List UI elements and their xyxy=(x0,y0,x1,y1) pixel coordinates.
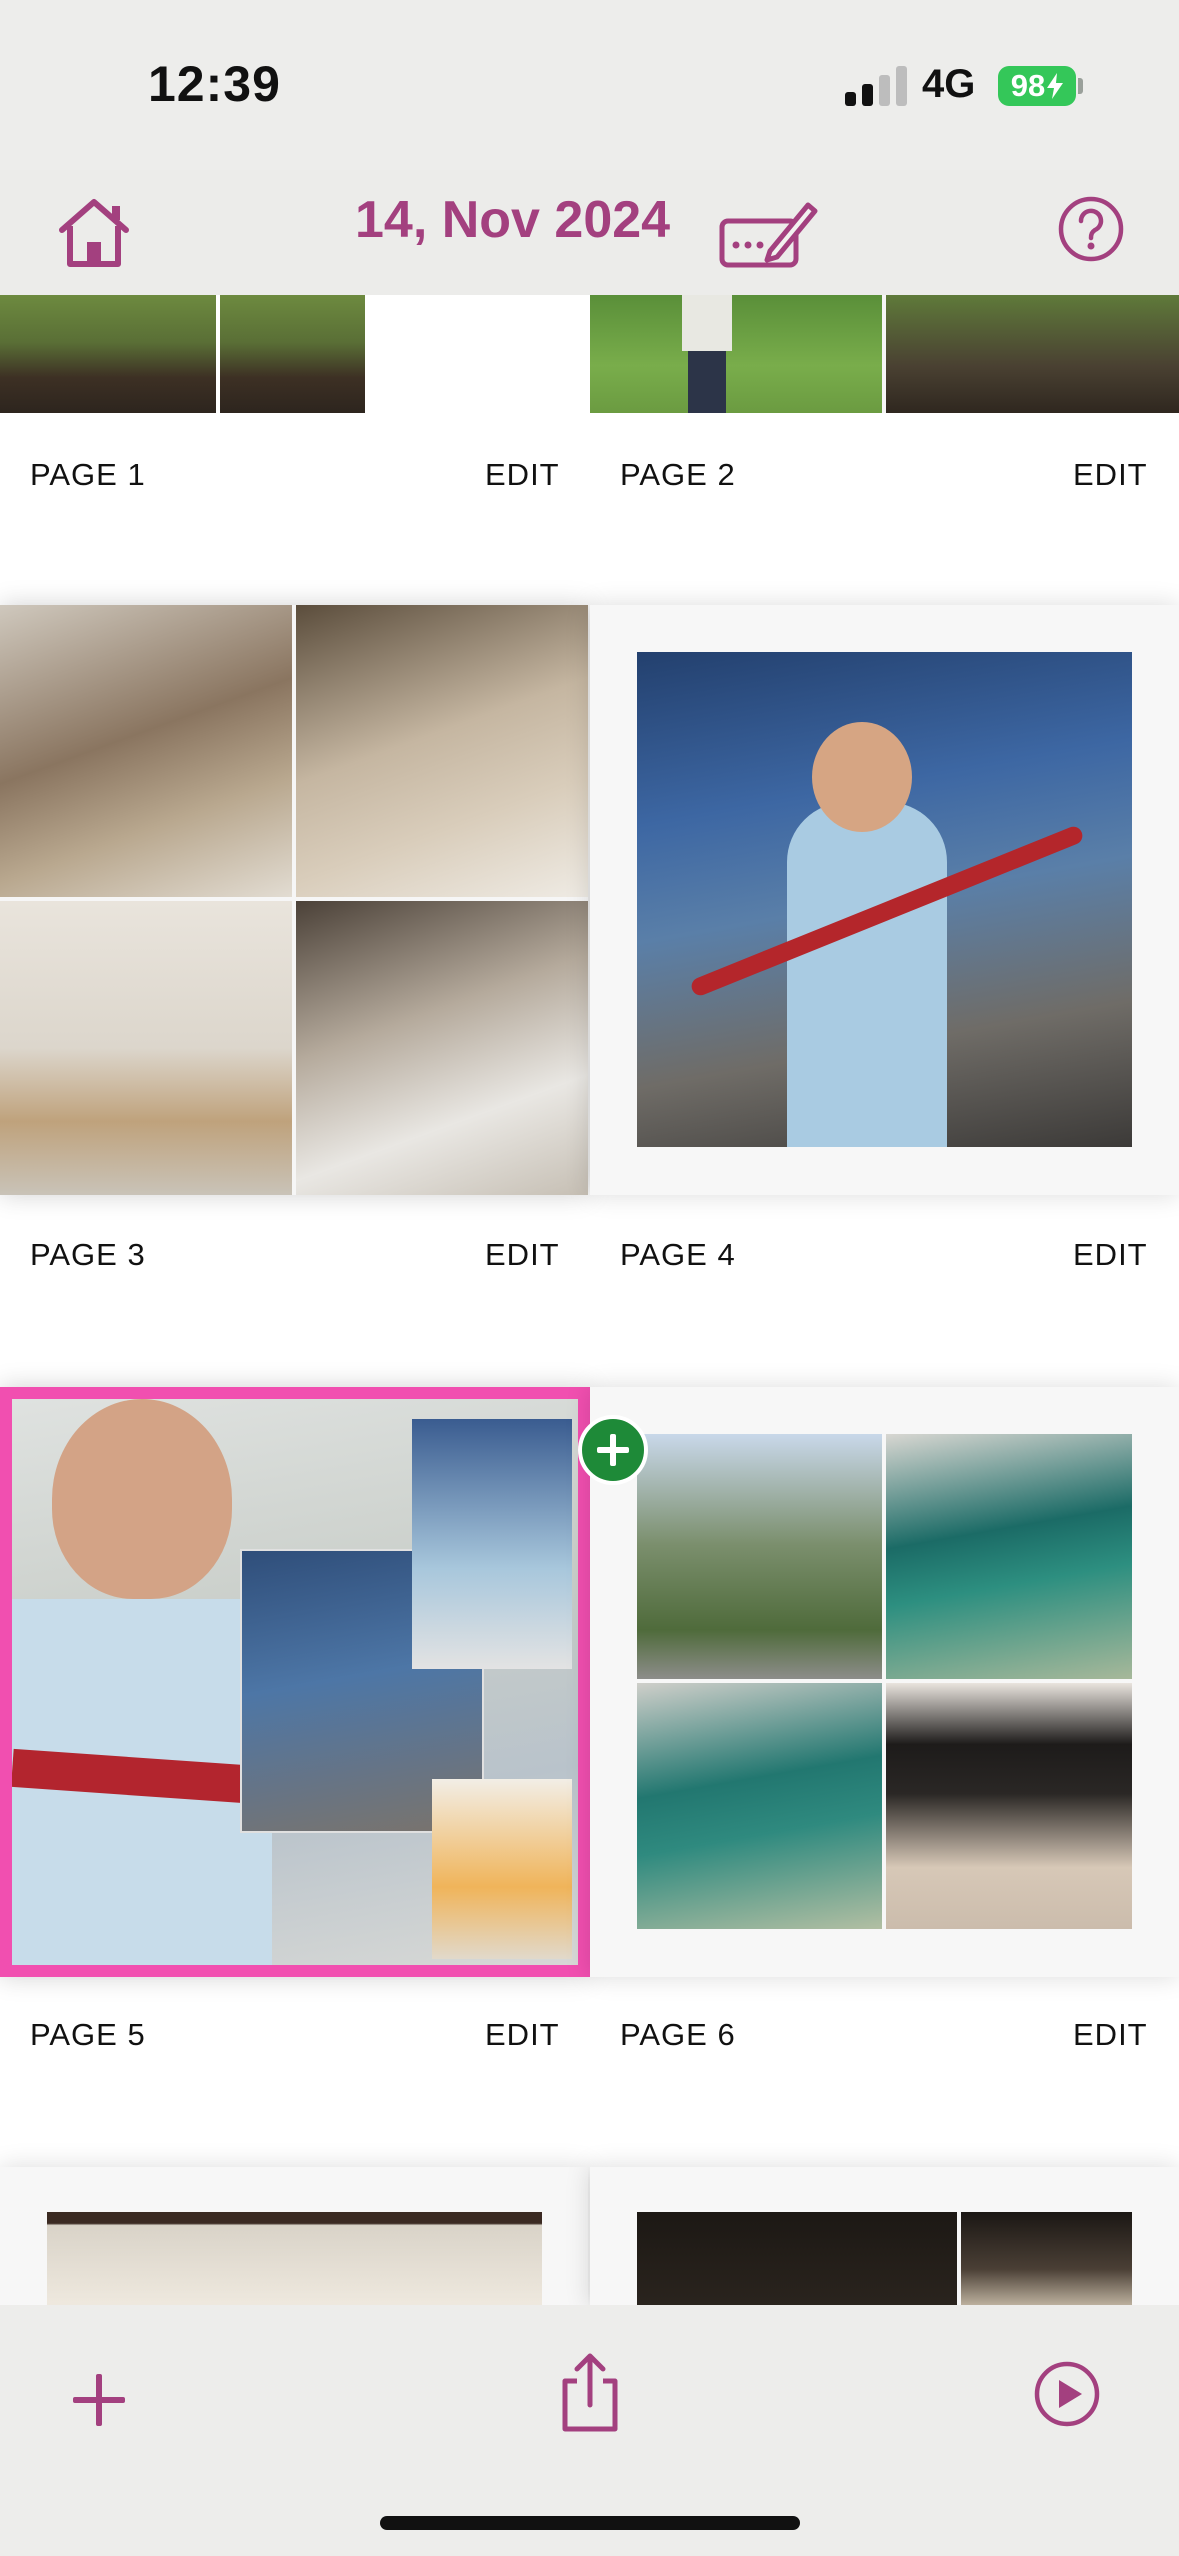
status-time: 12:39 xyxy=(148,56,281,112)
page-6-edit-button[interactable]: EDIT xyxy=(1073,2017,1148,2053)
garden-photo xyxy=(0,295,365,413)
battery-cap xyxy=(1078,78,1083,94)
page-2-thumbnail[interactable] xyxy=(590,295,1179,413)
room-photo xyxy=(47,2212,542,2305)
hallway-photo xyxy=(296,901,588,1195)
page-4-thumbnail[interactable] xyxy=(590,605,1179,1195)
rhubarb-girl-photo xyxy=(637,652,1132,1147)
page-1-edit-button[interactable]: EDIT xyxy=(485,457,560,493)
page-5-label: PAGE 5 xyxy=(30,2017,146,2052)
page-3-label: PAGE 3 xyxy=(30,1237,146,1272)
cellular-signal-icon xyxy=(845,66,907,106)
network-type: 4G xyxy=(922,62,976,106)
edit-title-button[interactable] xyxy=(718,192,818,276)
battery-level: 98 xyxy=(1010,68,1046,103)
page-4-label: PAGE 4 xyxy=(620,1237,736,1272)
girl-dress xyxy=(787,802,947,1147)
page-3-thumbnail[interactable] xyxy=(0,605,588,1195)
pages-grid[interactable]: PAGE 1 EDIT PAGE 2 EDIT PAGE 3 EDIT PAGE… xyxy=(0,295,1179,2305)
app-header: 14, Nov 2024 xyxy=(0,170,1179,295)
girl-face xyxy=(812,722,912,832)
sorting-photo-1 xyxy=(886,1434,1132,1679)
page-6-thumbnail[interactable] xyxy=(590,1387,1179,1977)
child-shirt xyxy=(682,295,732,351)
share-button[interactable] xyxy=(552,2349,628,2437)
home-icon xyxy=(59,199,129,267)
page-7-thumbnail[interactable] xyxy=(0,2167,588,2305)
play-slideshow-button[interactable] xyxy=(1030,2357,1104,2431)
page-8-thumbnail[interactable] xyxy=(590,2167,1179,2305)
help-icon xyxy=(1058,196,1124,262)
page-5-edit-button[interactable]: EDIT xyxy=(485,2017,560,2053)
box-carry-photo xyxy=(296,605,588,897)
hair-back-photo xyxy=(886,1683,1132,1929)
dark-photo xyxy=(637,2212,957,2305)
page-2-edit-button[interactable]: EDIT xyxy=(1073,457,1148,493)
add-page-button[interactable] xyxy=(64,2365,134,2435)
vest-girl-photo xyxy=(637,1434,882,1679)
stairs-photo xyxy=(0,605,292,897)
sorting-photo-2 xyxy=(637,1683,882,1929)
edit-pencil-icon xyxy=(719,202,818,268)
hellofresh-box-photo xyxy=(0,901,292,1195)
battery-indicator: 98 xyxy=(998,66,1076,106)
help-button[interactable] xyxy=(1056,194,1126,264)
child-jeans xyxy=(688,351,726,413)
status-bar: 12:39 4G 98 xyxy=(0,0,1179,170)
home-button[interactable] xyxy=(52,190,136,274)
page-2-label: PAGE 2 xyxy=(620,457,736,492)
page-6-label: PAGE 6 xyxy=(620,2017,736,2052)
lawn-photo xyxy=(590,295,882,413)
page-4-edit-button[interactable]: EDIT xyxy=(1073,1237,1148,1273)
chickens-photo xyxy=(886,295,1179,413)
dog-photo xyxy=(961,2212,1132,2305)
album-date-title[interactable]: 14, Nov 2024 xyxy=(355,190,670,250)
photo-gap xyxy=(216,295,220,413)
plus-icon xyxy=(73,2374,125,2426)
page-3-edit-button[interactable]: EDIT xyxy=(485,1237,560,1273)
play-icon xyxy=(1034,2361,1100,2427)
insert-page-button[interactable] xyxy=(578,1415,648,1485)
plus-icon xyxy=(597,1434,629,1466)
home-indicator xyxy=(380,2516,800,2530)
page-1-thumbnail[interactable] xyxy=(0,295,365,413)
charging-bolt-icon xyxy=(1047,73,1064,99)
share-icon xyxy=(562,2353,618,2432)
page-1-label: PAGE 1 xyxy=(30,457,146,492)
selected-page-highlight xyxy=(0,1387,590,1977)
